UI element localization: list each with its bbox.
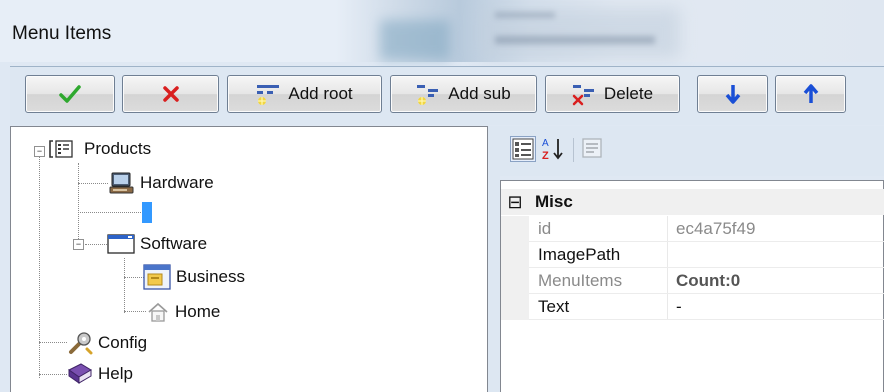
accept-button[interactable]	[25, 75, 115, 113]
tree-node-hardware[interactable]: Hardware	[109, 170, 214, 196]
help-book-icon	[68, 363, 92, 384]
tree-node-label: Business	[176, 267, 245, 286]
tree-node-label: Products	[84, 139, 152, 158]
delete-icon	[572, 85, 594, 106]
tools-icon	[69, 332, 93, 355]
add-sub-button[interactable]: Add sub	[390, 75, 537, 113]
tree-node-label: Config	[98, 333, 148, 352]
toolbar: Add root Add sub Delete	[10, 66, 884, 125]
tree-node-config[interactable]: Config	[67, 330, 147, 356]
svg-text:Z: Z	[542, 150, 549, 162]
move-down-button[interactable]	[697, 75, 768, 113]
property-row-text[interactable]: Text -	[501, 294, 884, 320]
property-value: ec4a75f49	[676, 219, 756, 238]
add-sub-label: Add sub	[448, 84, 511, 103]
tree-node-label: Software	[140, 234, 208, 253]
move-up-button[interactable]	[775, 75, 846, 113]
tree-node-business[interactable]: Business	[143, 264, 245, 290]
toolbar-separator	[573, 138, 574, 162]
property-grid[interactable]: ⊟ Misc id ec4a75f49 ImagePath MenuItems …	[500, 180, 884, 392]
property-row-id[interactable]: id ec4a75f49	[501, 216, 884, 242]
property-row-imagepath[interactable]: ImagePath	[501, 242, 884, 268]
property-name: ImagePath	[538, 245, 621, 264]
add-root-icon	[257, 85, 280, 105]
delete-button[interactable]: Delete	[545, 75, 680, 113]
property-row-menuitems[interactable]: MenuItems Count:0	[501, 268, 884, 294]
computer-icon	[109, 172, 134, 194]
categorized-icon	[512, 138, 534, 160]
menu-group-icon	[49, 140, 73, 158]
window-icon	[107, 234, 135, 254]
categorized-button[interactable]	[510, 136, 536, 162]
tree-node-label: Home	[175, 302, 221, 321]
svg-text:A: A	[542, 138, 549, 149]
delete-label: Delete	[603, 84, 654, 103]
category-misc[interactable]: ⊟ Misc	[501, 189, 884, 215]
window-title: Menu Items	[12, 23, 112, 44]
arrow-down-icon	[725, 85, 740, 104]
property-value[interactable]: -	[676, 297, 682, 317]
property-name: MenuItems	[538, 271, 623, 290]
cancel-button[interactable]	[122, 75, 219, 113]
title-bar: Menu Items	[0, 0, 884, 62]
tree-node-home[interactable]: Home	[146, 299, 220, 325]
tree-node-label: Help	[98, 364, 133, 383]
sort-az-icon: A Z	[542, 138, 563, 162]
panel-splitter[interactable]	[488, 126, 500, 392]
business-icon	[143, 264, 171, 290]
property-pages-icon	[582, 138, 602, 158]
home-icon	[148, 302, 168, 322]
property-grid-toolbar: A Z	[500, 126, 884, 176]
category-label: Misc	[535, 192, 573, 211]
menu-tree[interactable]: − Products Hardware − Software Business …	[10, 126, 488, 392]
checkmark-icon	[59, 85, 81, 103]
category-collapse-toggle[interactable]: ⊟	[501, 192, 529, 213]
add-sub-icon	[417, 85, 439, 105]
add-root-button[interactable]: Add root	[227, 75, 382, 113]
expander-software[interactable]: −	[73, 239, 84, 250]
add-root-label: Add root	[288, 84, 353, 103]
tree-node-selected[interactable]	[142, 202, 152, 223]
tree-node-label: Hardware	[140, 173, 214, 192]
alphabetical-button[interactable]: A Z	[540, 136, 566, 162]
property-pages-button[interactable]	[580, 136, 606, 162]
property-name: Text	[538, 297, 570, 316]
tree-node-products[interactable]: Products	[47, 136, 151, 162]
tree-node-help[interactable]: Help	[67, 361, 133, 387]
property-value: Count:0	[676, 271, 741, 290]
property-name: id	[538, 219, 552, 238]
arrow-up-icon	[803, 84, 818, 103]
cross-icon	[162, 86, 179, 102]
expander-products[interactable]: −	[34, 146, 45, 157]
tree-node-software[interactable]: Software	[107, 231, 207, 257]
